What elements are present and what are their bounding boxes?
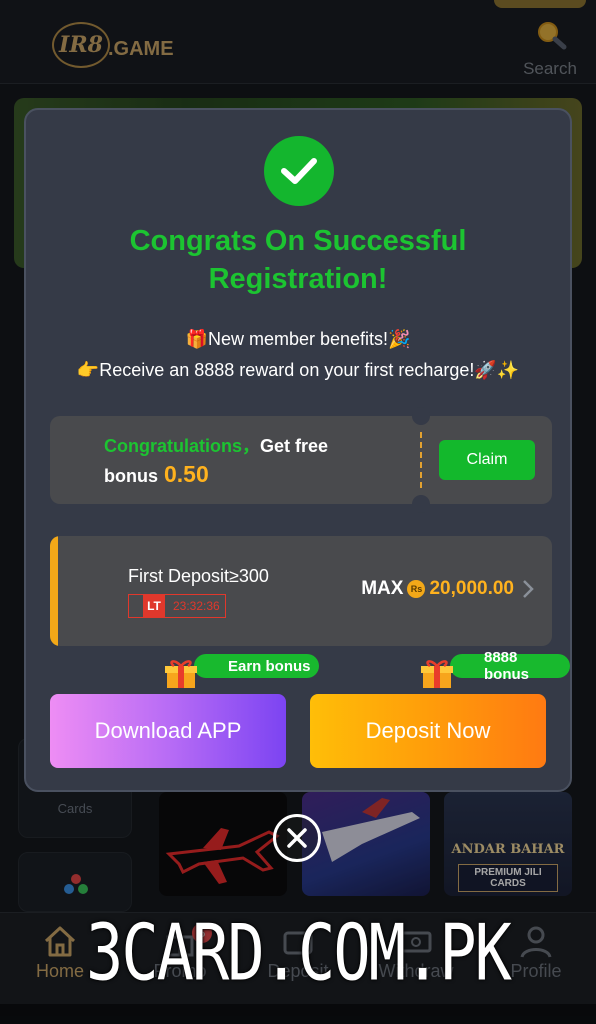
close-modal-button[interactable] bbox=[273, 814, 321, 862]
benefit-line-1: 🎁New member benefits!🎉 bbox=[185, 329, 411, 349]
modal-title: Congrats On Successful Registration! bbox=[129, 225, 467, 295]
first-deposit-offer[interactable]: First Deposit≥300 LT 23:32:36 MAX Rs 20,… bbox=[50, 536, 552, 646]
download-app-button[interactable]: Download APP bbox=[50, 694, 286, 768]
free-bonus-card: Congratulations，Get free bonus 0.50 Claim bbox=[50, 407, 552, 513]
free-bonus-text: Congratulations，Get free bonus 0.50 bbox=[104, 432, 328, 490]
benefit-line-2: 👉Receive an 8888 reward on your first re… bbox=[76, 360, 520, 380]
congrats-text: Congratulations， bbox=[104, 436, 260, 456]
registration-success-modal: Congrats On Successful Registration! 🎁Ne… bbox=[24, 108, 572, 792]
first-deposit-label: First Deposit≥300 bbox=[128, 566, 269, 586]
gift-icon bbox=[421, 660, 453, 688]
max-bonus: MAX Rs 20,000.00 bbox=[361, 578, 534, 600]
timer-tag: LT bbox=[143, 595, 165, 617]
coupon-notch bbox=[412, 495, 430, 513]
get-free-text: Get free bbox=[260, 436, 329, 456]
max-value: 20,000.00 bbox=[429, 578, 514, 599]
countdown-timer: LT 23:32:36 bbox=[128, 594, 226, 618]
claim-button[interactable]: Claim bbox=[439, 440, 535, 480]
offer-accent-bar bbox=[50, 536, 58, 646]
rupee-coin-icon: Rs bbox=[407, 580, 426, 598]
success-check-icon bbox=[264, 136, 334, 206]
close-icon bbox=[287, 828, 307, 848]
bonus-word: bonus bbox=[104, 466, 158, 486]
deposit-now-button[interactable]: Deposit Now bbox=[310, 694, 546, 768]
coupon-notch bbox=[412, 407, 430, 425]
watermark-text: 3CARD.COM.PK bbox=[86, 906, 512, 999]
earn-bonus-tag: Earn bonus bbox=[194, 654, 319, 678]
coupon-divider bbox=[420, 432, 422, 488]
chevron-right-icon bbox=[523, 580, 534, 598]
bonus-amount: 0.50 bbox=[164, 461, 209, 487]
max-label: MAX bbox=[361, 578, 404, 599]
benefits-text: 🎁New member benefits!🎉 👉Receive an 8888 … bbox=[36, 324, 560, 386]
gift-icon bbox=[165, 660, 197, 688]
bonus-8888-tag: 8888 bonus bbox=[450, 649, 570, 683]
timer-value: 23:32:36 bbox=[173, 599, 220, 613]
